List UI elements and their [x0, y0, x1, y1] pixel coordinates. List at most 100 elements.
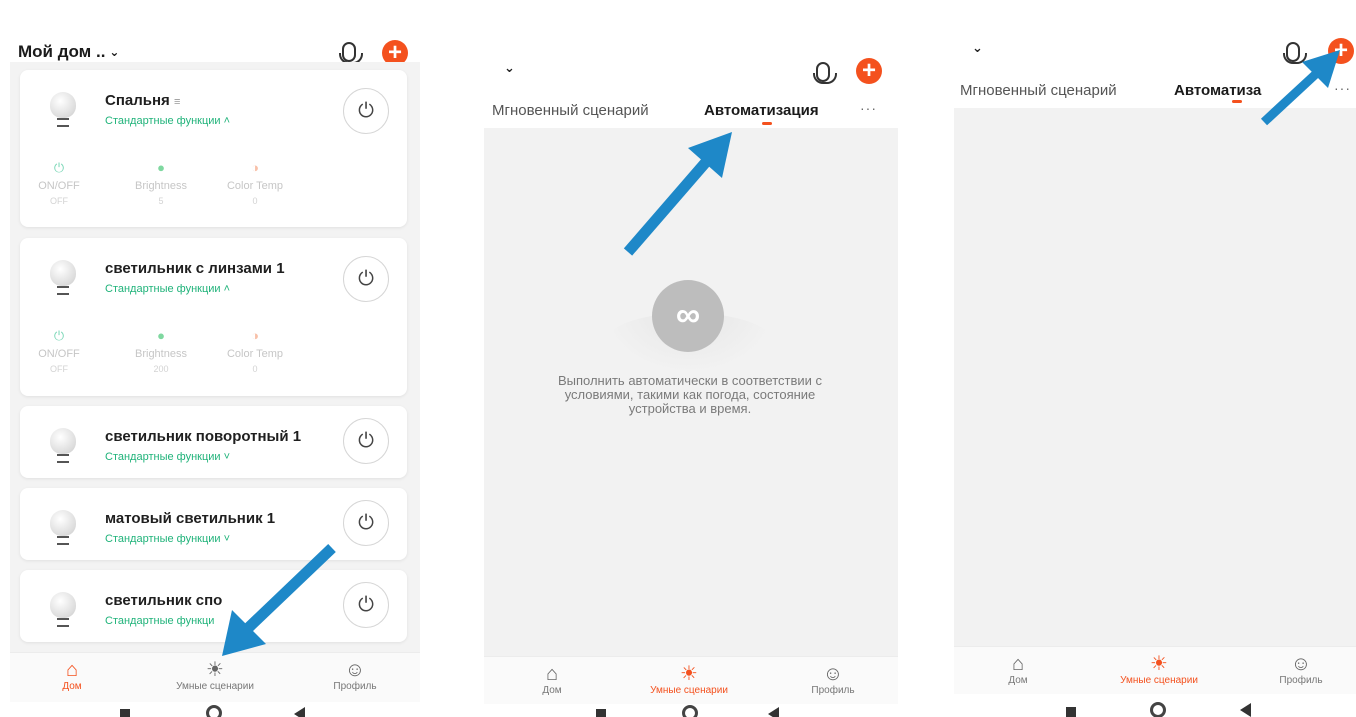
bulb-base — [57, 118, 69, 127]
scene-tabs: Мгновенный сценарий Автоматизация ··· — [484, 100, 898, 130]
back-icon[interactable] — [294, 707, 305, 717]
tab-label: Профиль — [1279, 675, 1323, 686]
tab-home[interactable]: ⌂ Дом — [48, 659, 96, 692]
more-icon[interactable]: ··· — [860, 100, 877, 116]
chevron-down-icon: ⌄ — [109, 45, 120, 59]
standard-functions-toggle[interactable]: Стандартные функции ˄ — [105, 283, 230, 295]
color-temp-icon: ◑ — [251, 160, 259, 175]
screen-home: Мой дом .. ⌄ + Спальня ≡ Стандартные функ… — [10, 0, 420, 717]
color-temp-icon: ◑ — [251, 328, 259, 343]
tab-profile[interactable]: ☺ Профиль — [1266, 653, 1336, 686]
device-controls: ⏻ ON/OFF OFF ● Brightness 5 ◑ Color Temp 0 — [20, 160, 320, 220]
bulb-base — [57, 454, 69, 463]
profile-icon: ☺ — [822, 663, 844, 685]
standard-functions-toggle[interactable]: Стандартные функци — [105, 615, 214, 627]
home-icon: ⌂ — [65, 659, 79, 681]
sun-icon: ☀ — [680, 663, 698, 685]
power-button[interactable]: ⏻ — [343, 418, 389, 464]
power-icon: ⏻ — [53, 160, 65, 175]
device-card[interactable]: светильник поворотный 1 Стандартные функ… — [20, 406, 407, 478]
power-button[interactable]: ⏻ — [343, 88, 389, 134]
tab-smart-scenes[interactable]: ☀ Умные сценарии — [1104, 653, 1214, 686]
device-card[interactable]: Спальня ≡ Стандартные функции ˄ ⏻ ⏻ ON/OF… — [20, 70, 407, 227]
control-label: ON/OFF — [38, 348, 80, 360]
empty-state-text: Выполнить автоматически в соответствии с… — [557, 373, 823, 416]
system-nav-bar — [954, 701, 1356, 717]
home-icon: ⌂ — [545, 663, 559, 685]
bulb-icon — [50, 592, 76, 618]
back-icon[interactable] — [1240, 703, 1251, 717]
home-circle-icon[interactable] — [206, 705, 222, 717]
power-button[interactable]: ⏻ — [343, 256, 389, 302]
tab-label: Профиль — [333, 681, 377, 692]
tab-smart-scenes[interactable]: ☀ Умные сценарии — [634, 663, 744, 696]
control-onoff[interactable]: ⏻ ON/OFF OFF — [14, 160, 104, 206]
control-value: 0 — [252, 364, 258, 374]
bottom-tabbar: ⌂ Дом ☀ Умные сценарии ☺ Профиль — [484, 656, 898, 704]
bulb-icon — [50, 260, 76, 286]
tab-automation[interactable]: Автоматизация — [704, 102, 819, 119]
control-value: OFF — [50, 364, 68, 374]
chevron-down-icon[interactable]: ⌄ — [504, 60, 515, 76]
tab-home[interactable]: ⌂ Дом — [528, 663, 576, 696]
control-color-temp[interactable]: ◑ Color Temp 0 — [210, 160, 300, 206]
pointer-arrow — [623, 132, 732, 256]
add-button[interactable]: + — [856, 58, 882, 84]
control-value: 0 — [252, 196, 258, 206]
control-label: Color Temp — [226, 348, 284, 360]
home-circle-icon[interactable] — [1150, 702, 1166, 717]
recents-icon[interactable] — [120, 709, 130, 717]
device-name: Спальня ≡ — [105, 92, 180, 109]
tab-label: Умные сценарии — [176, 681, 254, 692]
tab-label: Умные сценарии — [650, 685, 728, 696]
tab-profile[interactable]: ☺ Профиль — [798, 663, 868, 696]
pointer-arrow — [1260, 50, 1340, 126]
control-brightness[interactable]: ● Brightness 200 — [116, 328, 206, 374]
device-name: светильник с линзами 1 — [105, 260, 285, 277]
chevron-down-icon[interactable]: ⌄ — [972, 40, 983, 56]
control-onoff[interactable]: ⏻ ON/OFF OFF — [14, 328, 104, 374]
control-label: Brightness — [135, 348, 187, 360]
home-circle-icon[interactable] — [682, 705, 698, 717]
screen-automation-add: ⌄ + Мгновенный сценарий Автоматиза ··· ⌂… — [954, 0, 1356, 717]
tab-label: Дом — [542, 685, 562, 696]
bulb-icon — [50, 510, 76, 536]
tab-home[interactable]: ⌂ Дом — [994, 653, 1042, 686]
device-name: светильник поворотный 1 — [105, 428, 302, 445]
tab-label: Умные сценарии — [1120, 675, 1198, 686]
bulb-icon — [50, 92, 76, 118]
loop-icon: ∞ — [652, 280, 724, 352]
standard-functions-toggle[interactable]: Стандартные функции ˄ — [105, 115, 230, 127]
device-name: светильник спо — [105, 592, 223, 609]
profile-icon: ☺ — [1290, 653, 1312, 675]
empty-state-illustration: ∞ — [604, 278, 774, 373]
tab-label: Дом — [62, 681, 82, 692]
control-value: 200 — [153, 364, 169, 374]
automation-panel — [954, 108, 1356, 646]
brightness-icon: ● — [157, 328, 165, 343]
tab-instant-scene[interactable]: Мгновенный сценарий — [960, 82, 1117, 99]
control-color-temp[interactable]: ◑ Color Temp 0 — [210, 328, 300, 374]
bulb-base — [57, 536, 69, 545]
device-name-text: Спальня — [105, 92, 170, 109]
home-title: Мой дом .. — [18, 42, 106, 61]
recents-icon[interactable] — [1066, 707, 1076, 717]
brightness-icon: ● — [157, 160, 165, 175]
tab-automation[interactable]: Автоматиза — [1174, 82, 1261, 99]
home-selector[interactable]: Мой дом .. ⌄ — [18, 42, 119, 62]
standard-functions-toggle[interactable]: Стандартные функции ˅ — [105, 451, 230, 463]
system-nav-bar — [10, 701, 420, 717]
device-name: матовый светильник 1 — [105, 510, 276, 527]
tab-label: Профиль — [811, 685, 855, 696]
tab-instant-scene[interactable]: Мгновенный сценарий — [492, 102, 649, 119]
microphone-icon[interactable] — [813, 62, 837, 84]
device-controls: ⏻ ON/OFF OFF ● Brightness 200 ◑ Color Temp 0 — [20, 328, 320, 388]
tab-label: Дом — [1008, 675, 1028, 686]
recents-icon[interactable] — [596, 709, 606, 717]
control-value: OFF — [50, 196, 68, 206]
bulb-base — [57, 286, 69, 295]
microphone-icon[interactable] — [339, 42, 363, 64]
device-card[interactable]: светильник с линзами 1 Стандартные функц… — [20, 238, 407, 396]
control-brightness[interactable]: ● Brightness 5 — [116, 160, 206, 206]
back-icon[interactable] — [768, 707, 779, 717]
